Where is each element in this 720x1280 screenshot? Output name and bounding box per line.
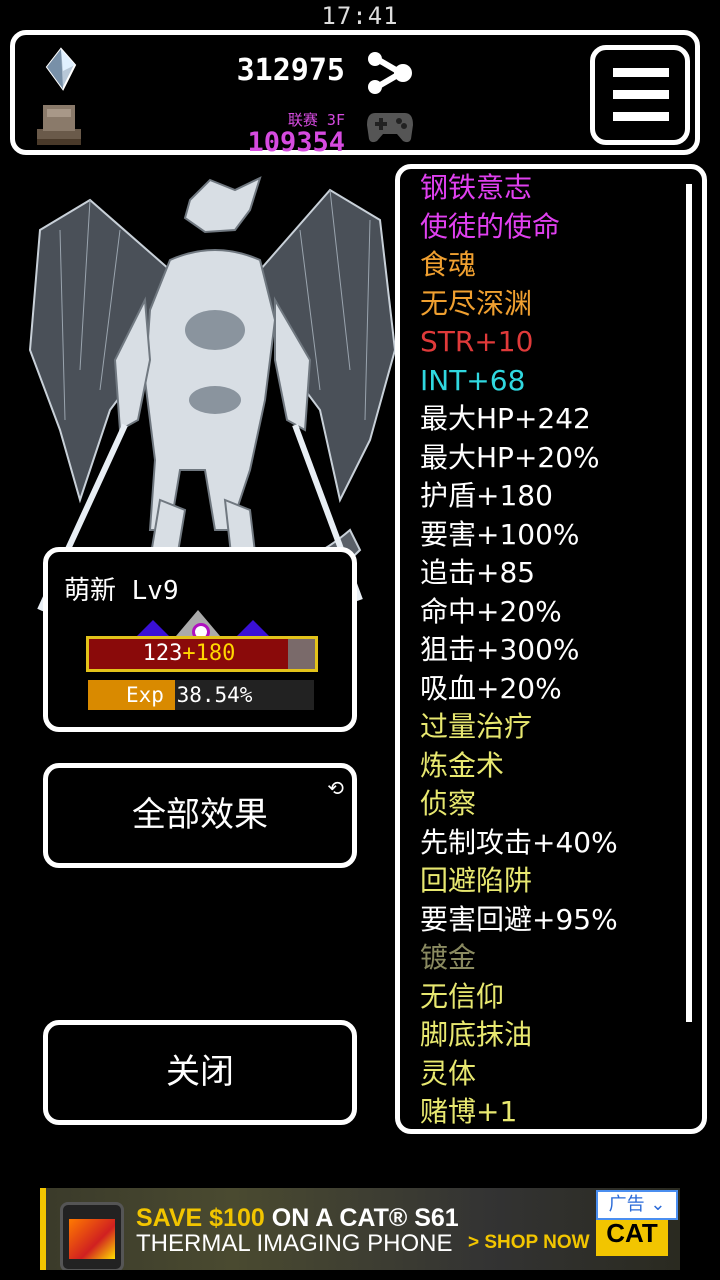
- phone-image: [60, 1202, 124, 1270]
- hp-text: 123+180: [89, 639, 289, 669]
- gamepad-icon[interactable]: [365, 107, 415, 145]
- status-clock: 17:41: [321, 2, 399, 30]
- menu-button[interactable]: [590, 45, 690, 145]
- effect-item: 赌博+1: [420, 1095, 518, 1128]
- hp-base: 123: [142, 641, 183, 666]
- ad-choices-tag[interactable]: 广告 ⌄: [596, 1190, 678, 1220]
- gold-counter: 312975: [236, 53, 345, 88]
- effect-item: 镀金: [420, 941, 477, 974]
- effect-item: 灵体: [420, 1056, 477, 1090]
- close-button[interactable]: 关闭: [43, 1020, 357, 1125]
- exp-label: Exp: [126, 683, 164, 707]
- ad-headline-rest: ON A CAT® S61: [264, 1204, 459, 1232]
- ad-headline: SAVE $100 ON A CAT® S61: [136, 1204, 459, 1233]
- share-icon[interactable]: [365, 51, 415, 95]
- effect-item: 食魂: [420, 248, 477, 281]
- ad-headline-highlight: SAVE $100: [136, 1204, 265, 1232]
- close-label: 关闭: [166, 1052, 234, 1092]
- ad-accent-stripe: [40, 1188, 46, 1270]
- exp-bar: Exp 38.54%: [88, 680, 314, 710]
- ad-subline: THERMAL IMAGING PHONE: [136, 1230, 453, 1257]
- effect-item: 狙击+300%: [420, 633, 580, 666]
- chevron-down-icon: ⌄: [650, 1194, 666, 1215]
- resource-bar: 312975 联赛 3F 109354: [10, 30, 700, 158]
- effects-scrollbar[interactable]: [686, 184, 692, 1022]
- effect-item: 命中+20%: [420, 594, 562, 628]
- ad-shop-now-link[interactable]: > SHOP NOW: [468, 1232, 590, 1254]
- hp-bar: 123+180: [86, 636, 318, 672]
- character-name: 萌新 Lv9: [64, 576, 179, 606]
- effect-item: 炼金术: [420, 748, 505, 782]
- effect-item: 脚底抹油: [420, 1018, 533, 1051]
- effect-item: INT+68: [420, 363, 526, 397]
- effect-item: 护盾+180: [420, 479, 553, 512]
- rank-gem-left-icon: [136, 620, 170, 637]
- effect-item: 最大HP+20%: [420, 440, 600, 474]
- crystal-icon: [45, 47, 77, 91]
- hp-bonus: +180: [182, 641, 236, 666]
- effect-item: 侦察: [420, 787, 477, 820]
- ad-tag-label: 广告: [608, 1194, 645, 1215]
- effect-item: STR+10: [420, 325, 534, 358]
- character-panel: 萌新 Lv9 123+180 Exp 38.54%: [43, 547, 357, 732]
- effect-item: 要害+100%: [420, 517, 580, 551]
- effect-item: 先制攻击+40%: [420, 825, 618, 859]
- hamburger-menu-icon: [613, 68, 669, 77]
- effect-item: 追击+85: [420, 556, 536, 589]
- effect-item: 吸血+20%: [420, 671, 562, 705]
- effect-item: 过量治疗: [420, 710, 533, 743]
- effects-panel[interactable]: 钢铁意志使徒的使命食魂无尽深渊 STR+10 INT+68 最大HP+242 最大HP+…: [395, 164, 707, 1134]
- altar-icon: [37, 105, 81, 145]
- all-effects-button[interactable]: 全部效果 ⟲: [43, 763, 357, 868]
- effect-item: 无尽深渊: [420, 286, 533, 320]
- gem-counter: 109354: [247, 127, 345, 158]
- all-effects-label: 全部效果: [132, 795, 268, 835]
- effect-item: 使徒的使命: [420, 209, 561, 243]
- exp-value: 38.54%: [176, 683, 253, 707]
- effect-item: 要害回避+95%: [420, 902, 618, 936]
- effect-item: 钢铁意志: [420, 171, 533, 204]
- effect-item: 回避陷阱: [420, 864, 533, 897]
- exp-text: Exp 38.54%: [126, 680, 252, 710]
- effect-item: 无信仰: [420, 979, 505, 1013]
- effect-item: 最大HP+242: [420, 402, 591, 435]
- refresh-icon[interactable]: ⟲: [327, 778, 344, 798]
- ad-banner[interactable]: SAVE $100 ON A CAT® S61 THERMAL IMAGING …: [40, 1188, 680, 1270]
- effects-list: 钢铁意志使徒的使命食魂无尽深渊 STR+10 INT+68 最大HP+242 最大HP+…: [420, 169, 690, 1129]
- rank-gem-right-icon: [236, 620, 270, 637]
